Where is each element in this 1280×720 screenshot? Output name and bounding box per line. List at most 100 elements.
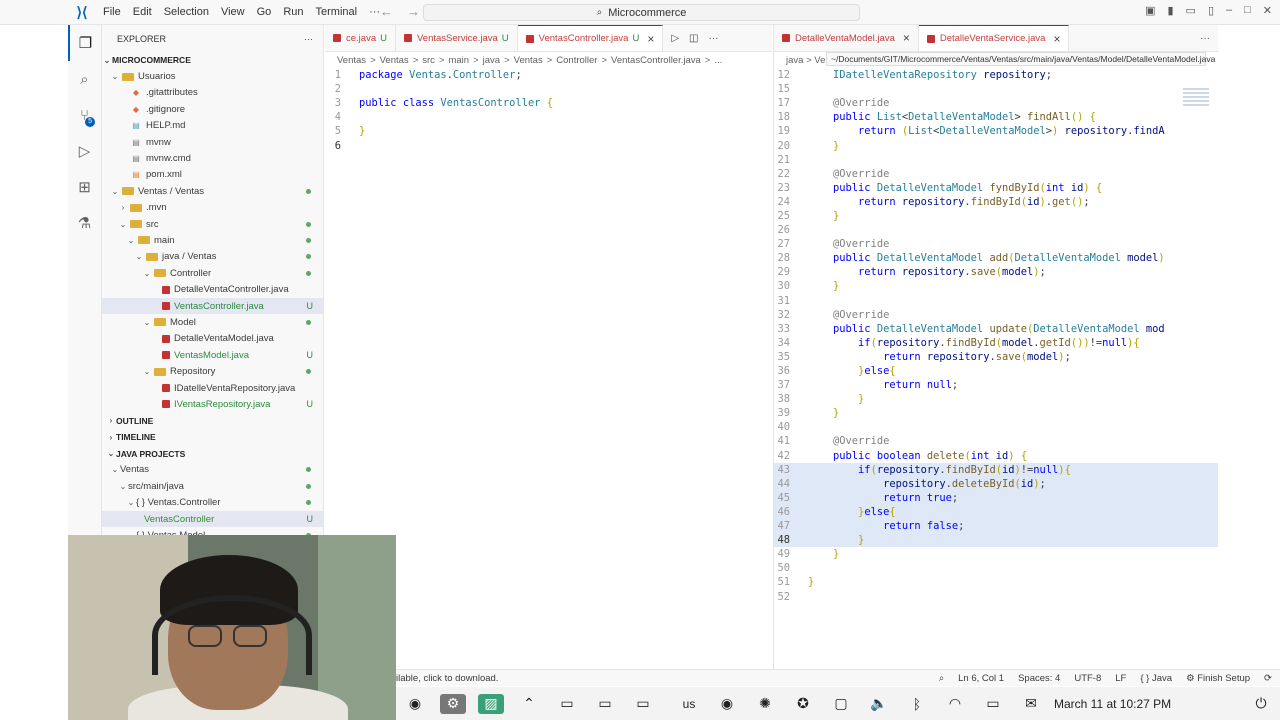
folder-item[interactable]: ⌄ Ventas / Ventas: [102, 183, 323, 199]
file-item[interactable]: DetalleVentaController.java: [102, 281, 323, 297]
more-actions-icon[interactable]: ···: [708, 33, 718, 44]
indentation[interactable]: Spaces: 4: [1018, 673, 1060, 684]
steam-icon[interactable]: ✺: [752, 694, 778, 714]
code-line[interactable]: 36 }else{: [774, 364, 1218, 378]
breadcrumb-segment[interactable]: >: [547, 55, 553, 66]
cursor-position[interactable]: Ln 6, Col 1: [958, 673, 1004, 684]
code-line[interactable]: 38 }: [774, 392, 1218, 406]
breadcrumb-segment[interactable]: Ventas: [514, 55, 543, 66]
code-line[interactable]: 2: [325, 82, 772, 96]
folder-item[interactable]: ⌄ java / Ventas: [102, 249, 323, 265]
search-view-icon[interactable]: ⌕: [68, 61, 101, 97]
code-line[interactable]: 12 IDatelleVentaRepository repository;: [774, 68, 1218, 82]
eol[interactable]: LF: [1115, 673, 1126, 684]
breadcrumb-segment[interactable]: Ventas: [337, 55, 366, 66]
layout-icon[interactable]: ▣: [1145, 4, 1155, 17]
menu-item-go[interactable]: Go: [251, 0, 278, 25]
code-line[interactable]: 40: [774, 420, 1218, 434]
tree-item[interactable]: ▤ mvnw.cmd: [102, 150, 323, 166]
breadcrumb-segment[interactable]: VentasController.java: [611, 55, 701, 66]
maximize-icon[interactable]: □: [1244, 4, 1251, 17]
tree-item[interactable]: ▤ HELP.md: [102, 118, 323, 134]
file-item[interactable]: VentasController.java U: [102, 297, 323, 315]
tree-item[interactable]: ⌄ Ventas: [102, 462, 323, 478]
minimize-icon[interactable]: –: [1226, 4, 1232, 17]
code-line[interactable]: 47 return false;: [774, 519, 1218, 534]
close-tab-icon[interactable]: ×: [903, 31, 910, 45]
breadcrumb-segment[interactable]: >: [504, 55, 510, 66]
toggle-sidebar-icon[interactable]: ▮: [1167, 4, 1173, 17]
bluetooth-icon[interactable]: ᛒ: [904, 694, 930, 714]
tree-item[interactable]: ▤ pom.xml: [102, 167, 323, 183]
menu-item-view[interactable]: View: [215, 0, 251, 25]
screen-capture-icon[interactable]: ▭: [592, 694, 618, 714]
menu-item-run[interactable]: Run: [277, 0, 309, 25]
code-line[interactable]: 20 }: [774, 138, 1218, 152]
folder-item[interactable]: ⌄ Repository: [102, 363, 323, 379]
tree-item[interactable]: ◆ .gitignore: [102, 101, 323, 117]
breadcrumb-segment[interactable]: main: [448, 55, 469, 66]
tree-item[interactable]: ◆ .gitattributes: [102, 85, 323, 101]
toggle-panel-icon[interactable]: ▭: [1186, 4, 1196, 17]
obs-icon[interactable]: ◉: [402, 694, 428, 714]
menu-item-file[interactable]: File: [97, 0, 127, 25]
code-line[interactable]: 6: [325, 138, 772, 152]
timeline-section[interactable]: › TIMELINE: [102, 429, 323, 445]
more-actions-icon[interactable]: ···: [1200, 33, 1210, 44]
code-line[interactable]: 50: [774, 561, 1218, 575]
minimap-area[interactable]: [1218, 25, 1280, 675]
image-viewer-icon[interactable]: ▨: [478, 693, 504, 714]
notifications-icon[interactable]: ⟳: [1264, 673, 1272, 684]
editor-tab[interactable]: ce.java U: [325, 25, 396, 51]
code-line[interactable]: 27 @Override: [774, 237, 1218, 251]
tree-item[interactable]: VentasController U: [102, 510, 323, 528]
code-line[interactable]: 41 @Override: [774, 434, 1218, 448]
minimap[interactable]: [1183, 88, 1209, 108]
java-projects-section[interactable]: ⌄ JAVA PROJECTS: [102, 445, 323, 461]
code-line[interactable]: 17 @Override: [774, 96, 1218, 110]
folder-item[interactable]: ⌄ Controller: [102, 265, 323, 281]
menu-item-selection[interactable]: Selection: [158, 0, 215, 25]
obs-tray-icon[interactable]: ◉: [714, 694, 740, 714]
code-line[interactable]: 30 }: [774, 279, 1218, 293]
command-center-search[interactable]: ⌕ Microcommerce: [423, 4, 860, 21]
recorder-icon[interactable]: ▭: [630, 694, 656, 714]
code-line[interactable]: 31: [774, 294, 1218, 308]
file-item[interactable]: DetalleVentaModel.java: [102, 331, 323, 347]
clock[interactable]: March 11 at 10:27 PM: [1054, 697, 1171, 711]
code-line[interactable]: 51}: [774, 575, 1218, 589]
folder-item[interactable]: ⌄ Model: [102, 314, 323, 330]
editor-tab[interactable]: VentasController.java U ×: [517, 25, 664, 51]
breadcrumb-segment[interactable]: >: [601, 55, 607, 66]
menu-item-terminal[interactable]: Terminal: [310, 0, 364, 25]
code-line[interactable]: 3 public class VentasController {: [325, 96, 772, 110]
code-line[interactable]: 21: [774, 153, 1218, 167]
close-tab-icon[interactable]: ×: [1053, 32, 1060, 46]
code-line[interactable]: 52: [774, 589, 1218, 603]
code-line[interactable]: 49 }: [774, 547, 1218, 561]
breadcrumb-segment[interactable]: >: [705, 55, 711, 66]
run-icon[interactable]: ▷: [671, 33, 679, 44]
split-editor-icon[interactable]: ◫: [689, 33, 698, 44]
explorer-icon[interactable]: ❐: [68, 25, 101, 61]
editor-tab[interactable]: DetalleVentaService.java ×: [918, 25, 1070, 51]
settings-app-icon[interactable]: ⚙: [440, 693, 466, 714]
source-control-icon[interactable]: ⑂ 5: [68, 97, 101, 133]
close-tab-icon[interactable]: ×: [647, 32, 654, 46]
tree-item[interactable]: ▤ mvnw: [102, 134, 323, 150]
messaging-icon[interactable]: ✉: [1018, 694, 1044, 714]
breadcrumb-segment[interactable]: ...: [714, 55, 722, 66]
finish-setup-button[interactable]: ⚙ Finish Setup: [1186, 673, 1250, 684]
code-line[interactable]: 32 @Override: [774, 308, 1218, 322]
code-editor-right[interactable]: 12 IDatelleVentaRepository repository; 15…: [774, 68, 1218, 604]
editor-tab[interactable]: DetalleVentaModel.java ×: [774, 25, 919, 51]
code-line[interactable]: 37 return null;: [774, 378, 1218, 392]
code-line[interactable]: 5}: [325, 124, 772, 138]
breadcrumb-segment[interactable]: >: [413, 55, 419, 66]
code-line[interactable]: 39 }: [774, 406, 1218, 420]
code-line[interactable]: 19 return (List<DetalleVentaModel>) repo…: [774, 124, 1218, 138]
menu-item-edit[interactable]: Edit: [127, 0, 158, 25]
breadcrumb-segment[interactable]: Controller: [556, 55, 597, 66]
code-line[interactable]: 29 return repository.save(model);: [774, 265, 1218, 279]
language-mode[interactable]: { } Java: [1140, 673, 1172, 684]
